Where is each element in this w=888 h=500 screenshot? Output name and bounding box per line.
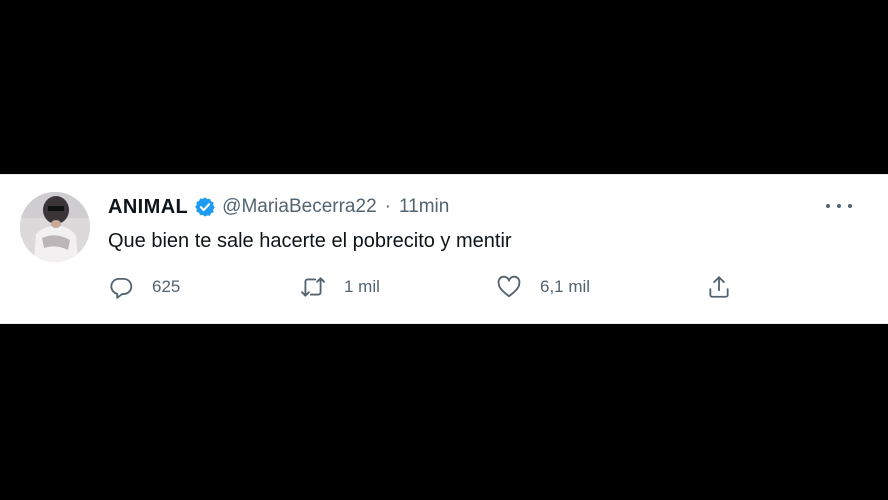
tweet-card[interactable]: ANIMAL @MariaBecerra22 · 11min Que bien …	[0, 174, 888, 324]
display-name[interactable]: ANIMAL	[108, 196, 188, 219]
like-button[interactable]: 6,1 mil	[496, 272, 590, 302]
like-count: 6,1 mil	[540, 277, 591, 296]
more-icon[interactable]	[826, 199, 852, 213]
timestamp[interactable]: 11min	[399, 196, 449, 218]
retweet-button[interactable]: 1 mil	[300, 272, 380, 302]
tweet-text: Que bien te sale hacerte el pobrecito y …	[108, 230, 512, 252]
retweet-icon	[300, 274, 326, 300]
separator-dot: ·	[384, 196, 391, 217]
reply-icon	[108, 274, 134, 300]
share-icon	[706, 274, 732, 300]
tweet-header: ANIMAL @MariaBecerra22 · 11min	[108, 195, 449, 219]
user-handle[interactable]: @MariaBecerra22	[222, 196, 376, 218]
share-button[interactable]	[706, 272, 732, 302]
verified-badge-icon	[194, 196, 216, 218]
reply-button[interactable]: 625	[108, 272, 180, 302]
avatar[interactable]	[20, 192, 90, 262]
reply-count: 625	[152, 277, 181, 296]
retweet-count: 1 mil	[344, 277, 380, 296]
heart-icon	[496, 274, 522, 300]
action-bar: 625 1 mil 6,1 mil	[108, 272, 748, 302]
